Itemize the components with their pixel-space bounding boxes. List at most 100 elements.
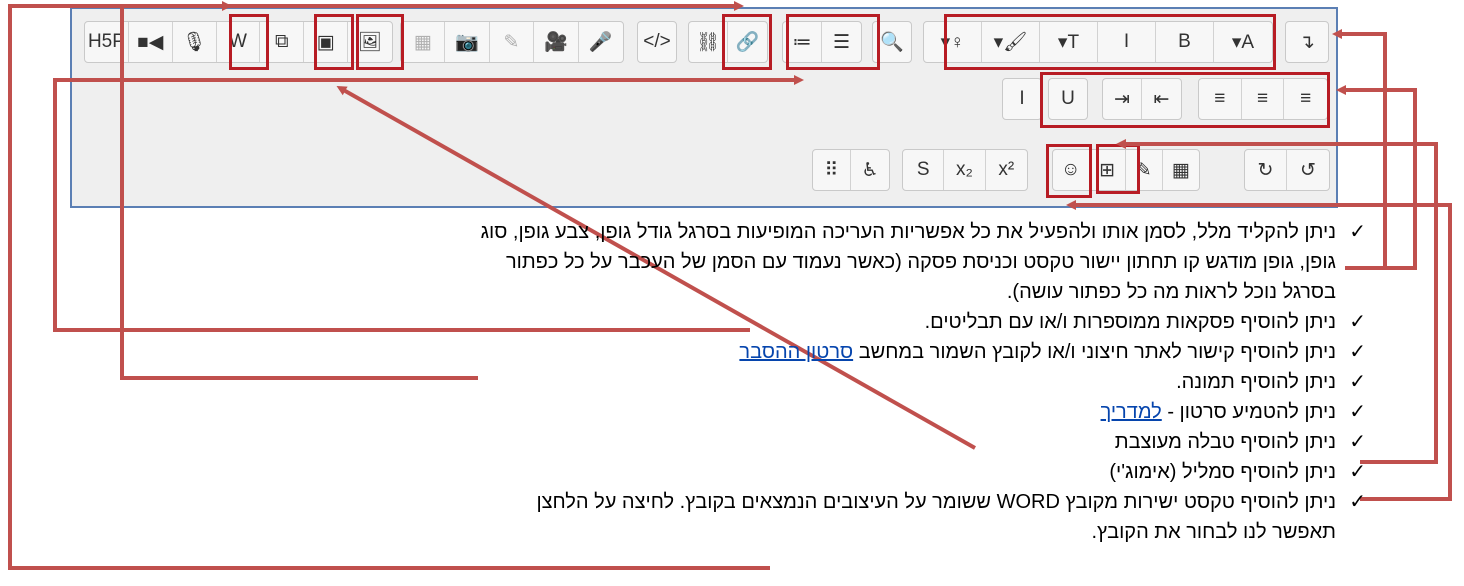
video-button[interactable]: ■◀ <box>129 22 173 62</box>
underline-icon: U <box>1061 88 1075 109</box>
accessibility-button[interactable]: ♿ <box>851 150 889 190</box>
search-icon: 🔍 <box>880 32 904 53</box>
note-5: ✓ניתן להטמיע סרטון - למדריך <box>1100 401 1366 423</box>
file-video-icon: ▣ <box>316 31 335 53</box>
note-4: ✓ניתן להוסיף תמונה. <box>1176 371 1366 393</box>
highlight-button[interactable]: ▾♀ <box>924 22 982 62</box>
align-right-button[interactable]: ≡ <box>1199 79 1242 119</box>
toolbar-group-direction: ↴ <box>1285 21 1329 63</box>
bullet-list-icon: ☰ <box>832 31 851 53</box>
calculator-button[interactable]: ▦ <box>1163 150 1200 190</box>
word-import-button[interactable]: W <box>217 22 261 62</box>
link-icon: 🔗 <box>735 32 760 53</box>
rtl-button[interactable]: ↴ <box>1286 22 1328 62</box>
strikethrough-button[interactable]: S <box>903 150 945 190</box>
highlighter-icon: ▾♀ <box>940 31 965 53</box>
unlink-icon: ⛓ <box>695 32 721 53</box>
table-button[interactable]: ⊞ <box>1090 150 1126 190</box>
check-icon: ✓ <box>1349 311 1366 333</box>
subscript-button[interactable]: x₂ <box>944 150 986 190</box>
toolbar-group-history: ↻ ↺ <box>1244 149 1330 191</box>
font-family-button[interactable]: ▾A <box>1214 22 1272 62</box>
align-left-button[interactable]: ≡ <box>1284 79 1327 119</box>
underline-button[interactable]: U <box>1049 79 1087 119</box>
cursor-button[interactable]: I <box>1003 79 1041 119</box>
superscript-button[interactable]: x² <box>986 150 1027 190</box>
accessibility-icon: ♿ <box>861 159 879 181</box>
note-2: ✓ניתן להוסיף פסקאות ממוספרות ו/או עם תבל… <box>924 311 1366 333</box>
microphone-icon: 🎙 <box>182 32 207 53</box>
media-grid-button[interactable]: ▦ <box>401 22 446 62</box>
toolbar-group-align: ≡ ≡ ≡ <box>1198 78 1328 120</box>
undo-button[interactable]: ↺ <box>1287 150 1329 190</box>
pencil-button[interactable]: ✎ <box>490 22 535 62</box>
text-direction-icon: ↴ <box>1299 31 1315 53</box>
mic-disabled-button[interactable]: 🎤 <box>579 22 623 62</box>
italic-button[interactable]: I <box>1098 22 1156 62</box>
camera-button[interactable]: 📷 <box>445 22 490 62</box>
check-icon: ✓ <box>1349 221 1366 243</box>
bold-button[interactable]: B <box>1156 22 1214 62</box>
link-button[interactable]: 🔗 <box>728 22 767 62</box>
movie-button[interactable]: 🎥 <box>534 22 579 62</box>
strikethrough-icon: S <box>916 159 930 180</box>
undo-icon: ↺ <box>1300 159 1316 181</box>
outdent-button[interactable]: ⇤ <box>1142 79 1181 119</box>
text-editor[interactable]: H5P ■◀ 🎙 W ⧉ ▣ 🖼 ▦ 📷 ✎ 🎥 🎤 </> ⛓ 🔗 ≔ ☰ 🔍 ▾♀ ▾🖌 ▾T I B ▾A … <box>70 7 1338 208</box>
image-button[interactable]: 🖼 <box>348 22 392 62</box>
copy-button[interactable]: ⧉ <box>260 22 305 62</box>
unlink-button[interactable]: ⛓ <box>689 22 728 62</box>
numbered-list-button[interactable]: ≔ <box>783 22 822 62</box>
toolbar-group-cursor: I <box>1002 78 1042 120</box>
bold-icon: B <box>1178 31 1191 52</box>
check-icon: ✓ <box>1349 491 1366 513</box>
explainer-video-link[interactable]: סרטון ההסבר <box>739 341 853 363</box>
braille-button[interactable]: ⠿ <box>813 150 851 190</box>
edit-button[interactable]: ✎ <box>1126 150 1163 190</box>
microphone-icon: 🎤 <box>588 32 613 53</box>
note-8-line-2: תאפשר לנו לבחור את הקובץ. <box>1091 521 1336 543</box>
embed-video-button[interactable]: ▣ <box>304 22 349 62</box>
calculator-icon: ▦ <box>1171 159 1190 181</box>
microphone-button[interactable]: 🎙 <box>173 22 217 62</box>
outdent-icon: ⇤ <box>1153 88 1170 110</box>
note-1-line-3: בסרגל נוכל לראות מה כל כפתור עושה). <box>1006 281 1336 303</box>
font-size-button[interactable]: ▾T <box>1040 22 1098 62</box>
redo-icon: ↻ <box>1257 159 1274 181</box>
edit-icon: ✎ <box>1135 159 1152 181</box>
emoji-button[interactable]: ☺ <box>1053 150 1090 190</box>
toolbar-group-find: 🔍 <box>872 21 912 63</box>
check-icon: ✓ <box>1349 401 1366 423</box>
check-icon: ✓ <box>1349 371 1366 393</box>
bullet-list-button[interactable]: ☰ <box>822 22 861 62</box>
note-8-line-1: ✓ניתן להוסיף טקסט ישירות מקובץ WORD ששומ… <box>536 491 1366 513</box>
toolbar-group-font: ▾♀ ▾🖌 ▾T I B ▾A <box>923 21 1273 63</box>
braille-icon: ⠿ <box>824 159 839 181</box>
toolbar-group-html: </> <box>637 21 677 63</box>
guide-link[interactable]: למדריך <box>1101 401 1162 423</box>
movie-camera-icon: 🎥 <box>544 32 568 53</box>
note-6: ✓ניתן להוסיף טבלה מעוצבת <box>1114 431 1366 453</box>
font-family-icon: ▾A <box>1231 31 1255 53</box>
find-button[interactable]: 🔍 <box>873 22 911 62</box>
image-icon: 🖼 <box>357 32 383 53</box>
toolbar-group-accessibility: ⠿ ♿ <box>812 149 890 191</box>
align-center-button[interactable]: ≡ <box>1242 79 1285 119</box>
toolbar-group-media: H5P ■◀ 🎙 W ⧉ ▣ 🖼 <box>84 21 393 63</box>
note-3: ✓ניתן להוסיף קישור לאתר חיצוני ו/או לקוב… <box>739 341 1366 363</box>
video-camera-icon: ■◀ <box>137 31 164 53</box>
table-icon: ⊞ <box>1099 159 1116 181</box>
indent-icon: ⇥ <box>1114 88 1130 110</box>
check-icon: ✓ <box>1349 431 1366 453</box>
font-color-button[interactable]: ▾🖌 <box>982 22 1040 62</box>
indent-button[interactable]: ⇥ <box>1103 79 1142 119</box>
toolbar-group-recorders: ▦ 📷 ✎ 🎥 🎤 <box>400 21 624 63</box>
subscript-icon: x₂ <box>956 159 973 180</box>
paintbrush-icon: ▾🖌 <box>993 32 1028 53</box>
redo-button[interactable]: ↻ <box>1245 150 1287 190</box>
camera-icon: 📷 <box>455 32 479 53</box>
toolbar-group-lists: ≔ ☰ <box>782 21 862 63</box>
html-button[interactable]: </> <box>638 22 676 62</box>
h5p-button[interactable]: H5P <box>85 22 129 62</box>
copy-icon: ⧉ <box>275 31 289 52</box>
